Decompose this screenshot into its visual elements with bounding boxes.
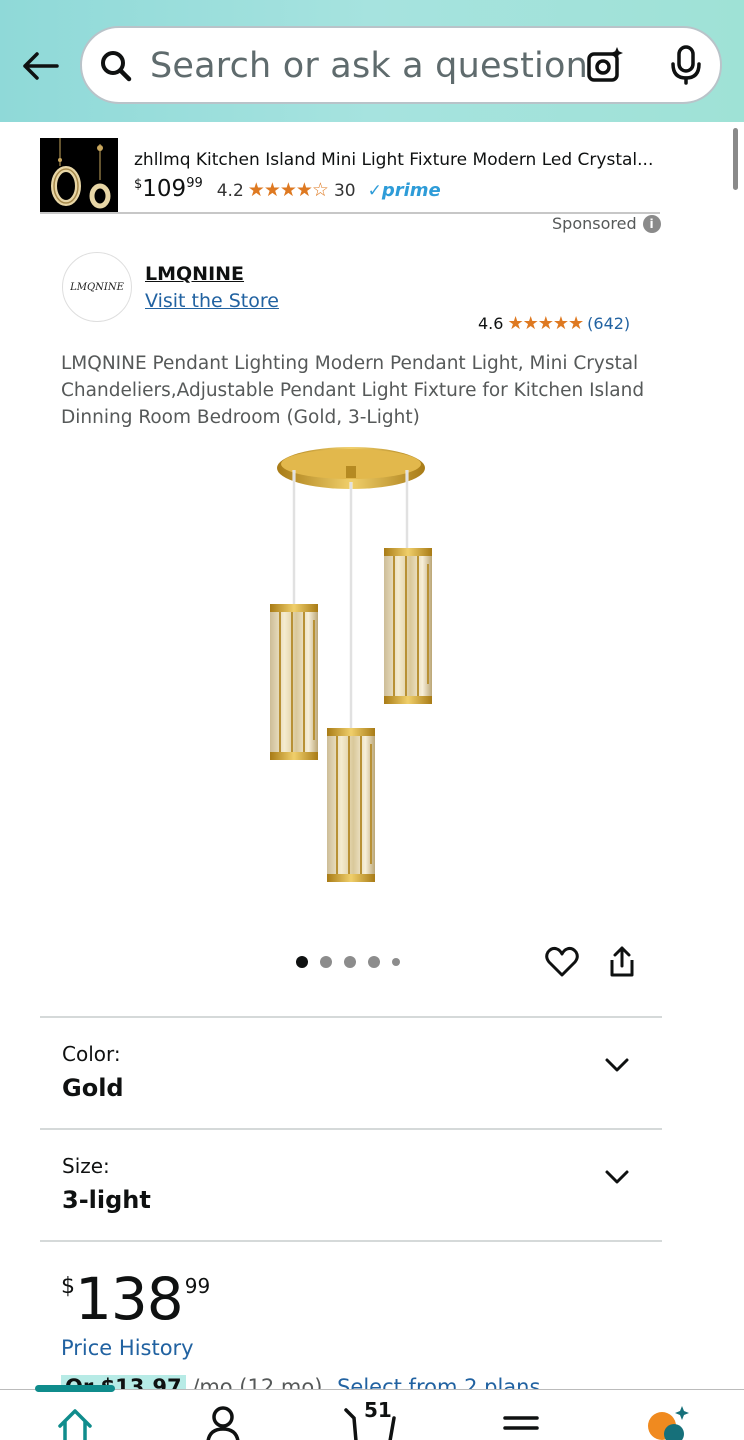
microphone-icon[interactable] xyxy=(668,44,704,86)
carousel-dot-1[interactable] xyxy=(296,956,308,968)
product-title: LMQNINE Pendant Lighting Modern Pendant … xyxy=(61,353,645,428)
price-whole: 138 xyxy=(75,1265,184,1333)
carousel-dot-3[interactable] xyxy=(344,956,356,968)
ad-price-currency: $ xyxy=(134,177,143,192)
camera-lens-icon[interactable] xyxy=(584,44,626,86)
carousel-dot-2[interactable] xyxy=(320,956,332,968)
active-tab-indicator xyxy=(35,1385,115,1392)
ad-star-rating-icon: ★★★★☆ xyxy=(247,179,329,201)
image-carousel-dots[interactable] xyxy=(296,956,400,968)
carousel-dot-4[interactable] xyxy=(368,956,380,968)
search-input[interactable]: Search or ask a question xyxy=(150,46,588,86)
brand-logo[interactable]: LMQNINE xyxy=(62,252,132,322)
visit-store-link[interactable]: Visit the Store xyxy=(145,290,279,312)
rufus-icon[interactable] xyxy=(644,1404,694,1440)
size-label: Size: xyxy=(62,1154,110,1178)
brand-name-link[interactable]: LMQNINE xyxy=(145,263,244,285)
ad-rating-value: 4.2 xyxy=(216,181,244,201)
ad-price-rating-row: $ 109 99 4.2 ★★★★☆ 30 ✓ prime xyxy=(134,176,441,202)
sponsored-text: Sponsored xyxy=(552,214,637,233)
scrollbar[interactable] xyxy=(733,128,738,190)
price-currency: $ xyxy=(61,1274,75,1299)
prime-check-icon: ✓ xyxy=(367,181,382,201)
ad-review-count: 30 xyxy=(333,181,356,201)
ad-price-whole: 109 xyxy=(142,176,187,202)
carousel-dot-5[interactable] xyxy=(392,958,400,966)
ad-product-thumbnail[interactable] xyxy=(40,138,118,212)
price-cents: 99 xyxy=(184,1274,211,1298)
ad-product-title[interactable]: zhllmq Kitchen Island Mini Light Fixture… xyxy=(134,150,654,170)
search-icon xyxy=(101,51,132,82)
chevron-down-icon xyxy=(605,1170,629,1184)
heart-icon[interactable] xyxy=(544,944,580,980)
chevron-down-icon xyxy=(605,1058,629,1072)
bottom-navigation: 51 xyxy=(0,1385,744,1440)
monthly-term: /mo (12 mo) xyxy=(192,1375,323,1389)
select-plans-link[interactable]: Select from 2 plans xyxy=(337,1375,540,1389)
size-selector[interactable]: Size: 3-light xyxy=(40,1130,662,1240)
cart-count: 51 xyxy=(364,1398,392,1422)
search-bar[interactable]: Search or ask a question xyxy=(80,26,722,104)
color-value: Gold xyxy=(62,1074,124,1102)
menu-icon[interactable] xyxy=(502,1404,540,1440)
home-icon[interactable] xyxy=(56,1404,94,1440)
product-price: $ 138 99 xyxy=(61,1266,210,1332)
back-button[interactable] xyxy=(18,44,62,88)
back-arrow-icon xyxy=(23,52,59,80)
divider xyxy=(40,1240,662,1242)
color-selector[interactable]: Color: Gold xyxy=(40,1018,662,1128)
product-rating-value: 4.6 xyxy=(478,314,504,333)
sponsored-product-ad[interactable]: zhllmq Kitchen Island Mini Light Fixture… xyxy=(40,136,660,214)
info-icon[interactable]: i xyxy=(642,214,661,233)
sponsored-label[interactable]: Sponsored i xyxy=(552,214,661,233)
monthly-payment-line: Or $13.97 /mo (12 mo) Select from 2 plan… xyxy=(61,1375,540,1389)
product-rating[interactable]: 4.6 ★★★★★ (642) xyxy=(478,313,630,334)
price-history-link[interactable]: Price History xyxy=(61,1336,194,1360)
prime-badge: prime xyxy=(381,180,441,201)
product-review-count[interactable]: (642) xyxy=(587,314,630,333)
app-header: Search or ask a question xyxy=(0,0,744,122)
size-value: 3-light xyxy=(62,1186,151,1214)
ad-price-cents: 99 xyxy=(186,176,203,191)
product-star-rating-icon: ★★★★★ xyxy=(507,313,584,334)
color-label: Color: xyxy=(62,1042,121,1066)
share-icon[interactable] xyxy=(604,944,640,980)
product-image[interactable] xyxy=(236,440,476,890)
account-icon[interactable] xyxy=(204,1404,242,1440)
